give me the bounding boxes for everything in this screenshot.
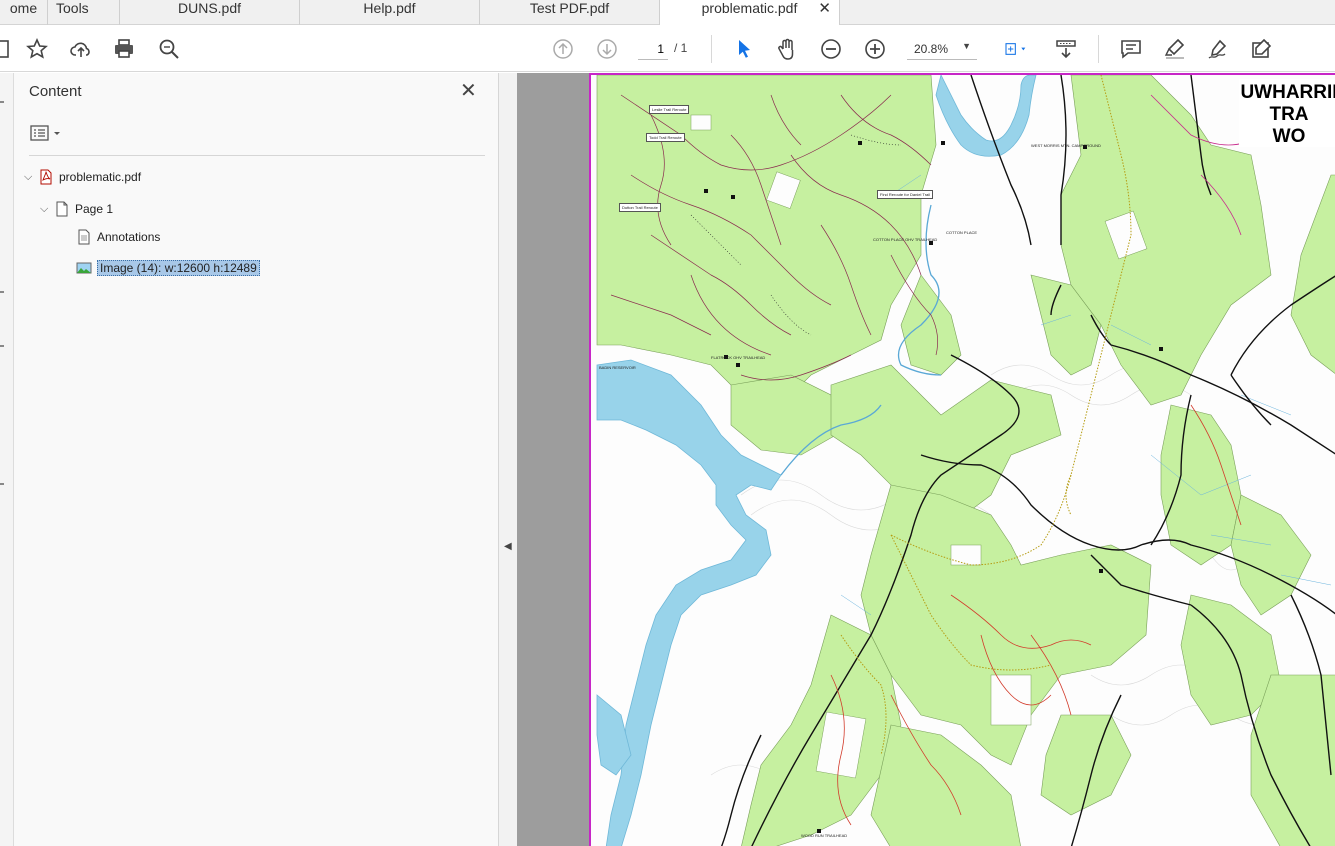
page-icon [56, 201, 68, 217]
trail-map-image [591, 75, 1335, 846]
tab-label: Test PDF.pdf [529, 0, 610, 16]
tree-item-label: Annotations [97, 230, 161, 244]
chevron-down-icon[interactable]: ⌵ [40, 203, 54, 216]
cloud-upload-icon[interactable] [68, 36, 94, 62]
map-label: WEST MORRIS MTN. CAMPGROUND [1031, 143, 1101, 148]
next-page-icon[interactable] [594, 36, 620, 62]
nav-marker [0, 483, 4, 485]
tab-label: Tools [56, 0, 89, 16]
map-title-line: TRA [1269, 104, 1309, 125]
zoom-level-dropdown[interactable]: 20.8% ▼ [907, 38, 977, 60]
hand-tool-icon[interactable] [774, 36, 800, 62]
tab-tools[interactable]: Tools [48, 0, 120, 25]
zoom-out-icon[interactable] [818, 36, 844, 62]
nav-marker [0, 101, 4, 103]
previous-page-icon[interactable] [550, 36, 576, 62]
list-options-icon [30, 125, 60, 141]
close-icon[interactable]: ✕ [460, 81, 477, 101]
tree-item-page[interactable]: ⌵ Page 1 [40, 200, 113, 218]
map-title: UWHARRII TRA WO [1239, 79, 1335, 147]
scroll-mode-icon[interactable] [1053, 36, 1079, 62]
close-tab-icon[interactable]: ✕ [818, 0, 831, 17]
pdf-file-icon [40, 169, 52, 185]
map-label: FLATROCK OHV TRAILHEAD [711, 355, 766, 360]
map-label: Dutton Trail Reroute [619, 203, 661, 212]
comment-icon[interactable] [1118, 36, 1144, 62]
tab-home[interactable]: ome [0, 0, 48, 25]
nav-marker [0, 291, 4, 293]
tab-label: problematic.pdf [701, 0, 798, 16]
tab-test-pdf[interactable]: Test PDF.pdf [480, 0, 660, 25]
options-menu-button[interactable] [30, 124, 66, 144]
chevron-down-icon[interactable]: ⌵ [24, 171, 38, 184]
select-tool-icon[interactable] [731, 36, 757, 62]
map-label: WOOD RUN TRAILHEAD [801, 833, 848, 838]
tree-item-label: Page 1 [75, 202, 114, 216]
map-label: Todd Trail Reroute [646, 133, 685, 142]
panel-title: Content [29, 83, 82, 100]
pdf-page[interactable]: Leslie Trail Reroute Todd Trail Reroute … [589, 73, 1335, 846]
chevron-down-icon: ▼ [962, 41, 971, 51]
tab-problematic[interactable]: problematic.pdf ✕ [660, 0, 840, 26]
tab-label: DUNS.pdf [177, 0, 242, 16]
sign-icon[interactable] [1205, 36, 1231, 62]
map-label: COTTON PLACE OHV TRAILHEAD [873, 237, 938, 242]
map-label: COTTON PLACE [946, 230, 978, 235]
image-icon [76, 262, 92, 274]
search-icon[interactable] [156, 36, 182, 62]
print-icon[interactable] [111, 36, 137, 62]
tab-label: Help.pdf [363, 0, 416, 16]
tree-item-label: problematic.pdf [59, 170, 142, 184]
highlight-icon[interactable] [1162, 36, 1188, 62]
map-title-line: UWHARRII [1240, 82, 1335, 103]
page-number-input[interactable] [638, 38, 668, 60]
fit-page-icon[interactable] [998, 36, 1034, 62]
tree-item-image[interactable]: Image (14): w:12600 h:12489 [70, 259, 260, 277]
toolbar-divider [711, 35, 712, 63]
map-label: Leslie Trail Reroute [649, 105, 690, 114]
panel-divider [29, 155, 485, 156]
toolbar-divider [1098, 35, 1099, 63]
document-view[interactable]: Leslie Trail Reroute Todd Trail Reroute … [517, 73, 1335, 846]
document-icon [78, 229, 90, 245]
zoom-level-value: 20.8% [914, 42, 949, 56]
content-panel: Content ✕ ⌵ problematic.pdf ⌵ Page 1 Ann… [14, 73, 499, 846]
tree-item-annotations[interactable]: Annotations [70, 228, 160, 246]
fill-sign-icon[interactable] [1249, 36, 1275, 62]
tab-help[interactable]: Help.pdf [300, 0, 480, 25]
tab-label: ome [9, 0, 38, 16]
collapse-panel-icon[interactable]: ◀ [504, 541, 512, 552]
star-icon[interactable] [24, 36, 50, 62]
map-label: Find Reroute for Daniel Trail [877, 190, 934, 199]
map-title-line: WO [1272, 126, 1306, 147]
tree-item-document[interactable]: ⌵ problematic.pdf [24, 168, 141, 186]
page-total: / 1 [674, 41, 688, 55]
toolbar: / 1 20.8% ▼ [0, 25, 1335, 72]
tab-duns[interactable]: DUNS.pdf [120, 0, 300, 25]
tab-bar: ome Tools DUNS.pdf Help.pdf Test PDF.pdf… [0, 0, 1335, 26]
panel-splitter[interactable]: ◀ [499, 73, 517, 846]
save-icon[interactable] [0, 36, 12, 62]
tree-item-label: Image (14): w:12600 h:12489 [97, 260, 260, 276]
navigation-strip [0, 73, 14, 846]
map-label: BADIN RESERVOIR [599, 365, 636, 370]
nav-marker [0, 345, 4, 347]
zoom-in-icon[interactable] [862, 36, 888, 62]
